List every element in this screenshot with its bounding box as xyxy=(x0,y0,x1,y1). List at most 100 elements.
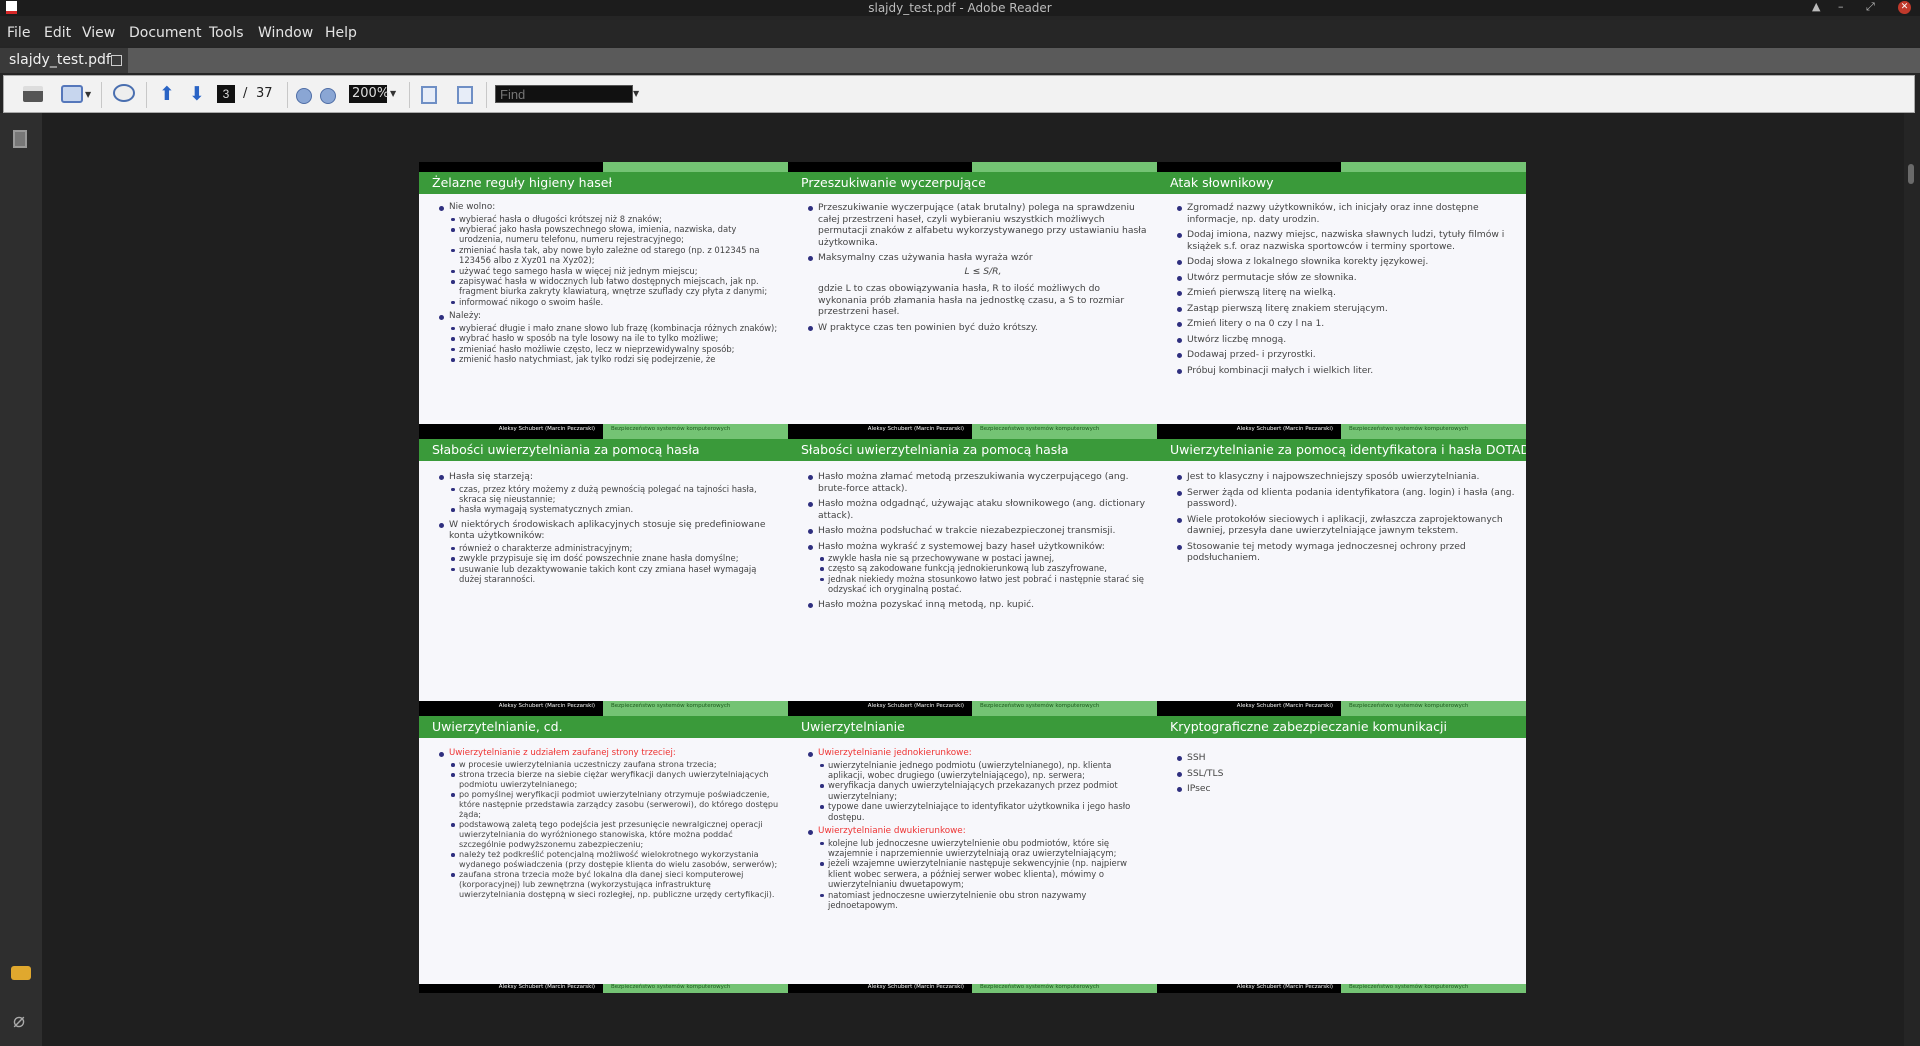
pages-icon[interactable] xyxy=(13,130,27,148)
zoom-in-icon[interactable] xyxy=(320,88,336,104)
slide-title: Przeszukiwanie wyczerpujące xyxy=(788,172,1157,194)
sub-bullet: usuwanie lub dezaktywowanie takich kont … xyxy=(449,564,779,585)
window-title: slajdy_test.pdf - Adobe Reader xyxy=(868,1,1052,15)
menu-window[interactable]: Window xyxy=(258,25,313,41)
sub-bullet: zwykle hasła nie są przechowywane w post… xyxy=(818,553,1148,563)
slide-top-strip xyxy=(788,162,1157,172)
tab-document[interactable]: slajdy_test.pdf xyxy=(0,48,128,73)
find-input[interactable] xyxy=(495,85,633,103)
maximize-button[interactable]: ⤢ xyxy=(1866,0,1875,14)
sub-bullet: często są zakodowane funkcją jednokierun… xyxy=(818,563,1148,573)
sub-bullet: jeżeli wzajemne uwierzytelnianie następu… xyxy=(818,858,1148,889)
save-copy-icon[interactable] xyxy=(61,85,83,103)
navigation-panel: ⌀ xyxy=(0,113,42,1046)
previous-page-icon[interactable]: ⬆ xyxy=(157,84,177,104)
sub-bullet: wybierać długie i mało znane słowo lub f… xyxy=(449,323,779,333)
bullet: Próbuj kombinacji małych i wielkich lite… xyxy=(1175,365,1517,377)
sub-bullet: uwierzytelnianie jednego podmiotu (uwier… xyxy=(818,760,1148,781)
slide-body: Hasło można złamać metodą przeszukiwania… xyxy=(806,471,1148,614)
footer-course: Bezpieczeństwo systemów komputerowych xyxy=(611,984,731,990)
keep-above-icon[interactable]: ▲ xyxy=(1812,0,1820,13)
slide-top-strip xyxy=(1157,162,1526,172)
menu-document[interactable]: Document xyxy=(129,25,202,41)
slide-footer: Aleksy Schubert (Marcin Peczarski) Bezpie… xyxy=(788,701,1157,716)
page-number-input[interactable] xyxy=(217,85,235,103)
bullet: Zgromadź nazwy użytkowników, ich inicjał… xyxy=(1175,202,1517,225)
sub-bullet: czas, przez który możemy z dużą pewności… xyxy=(449,484,779,505)
slide-body: Uwierzytelnianie z udziałem zaufanej str… xyxy=(437,748,779,903)
sub-bullet: jednak niekiedy można stosunkowo łatwo j… xyxy=(818,574,1148,595)
slide-title: Atak słownikowy xyxy=(1157,172,1526,194)
sub-bullet: wybierać hasła o długości krótszej niż 8… xyxy=(449,214,779,224)
slide-body: Zgromadź nazwy użytkowników, ich inicjał… xyxy=(1175,202,1517,380)
bullet: Nie wolno: wybierać hasła o długości kró… xyxy=(437,202,779,307)
footer-course: Bezpieczeństwo systemów komputerowych xyxy=(1349,984,1469,990)
comments-icon[interactable] xyxy=(11,966,31,980)
scrollbar-thumb[interactable] xyxy=(1908,164,1914,184)
bullet: IPsec xyxy=(1175,783,1517,795)
collaborate-icon[interactable] xyxy=(113,84,135,102)
sub-bullet: hasła wymagają systematycznych zmian. xyxy=(449,504,779,514)
sub-bullet: zapisywać hasła w widocznych lub łatwo d… xyxy=(449,276,779,297)
sub-bullet: należy też podkreślić potencjalną możliw… xyxy=(449,849,779,869)
bullet: SSH xyxy=(1175,752,1517,764)
bullet: W niektórych środowiskach aplikacyjnych … xyxy=(437,519,779,585)
slide: Kryptograficzne zabezpieczanie komunikac… xyxy=(1157,716,1526,993)
menu-view[interactable]: View xyxy=(82,25,115,41)
menu-edit[interactable]: Edit xyxy=(44,25,71,41)
slide: Przeszukiwanie wyczerpujące Przeszukiwan… xyxy=(788,162,1157,439)
slide-footer: Aleksy Schubert (Marcin Peczarski) Bezpie… xyxy=(1157,701,1526,716)
slide-body: Hasła się starzeją: czas, przez który mo… xyxy=(437,471,779,588)
slide-footer: Aleksy Schubert (Marcin Peczarski) Bezpie… xyxy=(419,701,788,716)
zoom-dropdown-icon[interactable]: ▼ xyxy=(390,89,396,98)
slide-footer: Aleksy Schubert (Marcin Peczarski) Bezpie… xyxy=(1157,424,1526,439)
page-total: 37 xyxy=(256,86,273,101)
slide: Słabości uwierzytelniania za pomocą hasł… xyxy=(788,439,1157,716)
fit-page-icon[interactable] xyxy=(457,86,473,104)
vertical-scrollbar[interactable] xyxy=(1904,113,1920,1046)
sub-bullet: wybierać jako hasła powszechnego słowa, … xyxy=(449,224,779,245)
toolbar-separator xyxy=(287,82,288,108)
bullet: Hasła się starzeją: czas, przez który mo… xyxy=(437,471,779,515)
next-page-icon[interactable]: ⬇ xyxy=(187,84,207,104)
fit-width-icon[interactable] xyxy=(421,86,437,104)
bullet: Stosowanie tej metody wymaga jednoczesne… xyxy=(1175,541,1517,564)
formula: L ≤ S/R, xyxy=(964,265,1002,277)
zoom-level-select[interactable]: 200% xyxy=(349,85,389,103)
bullet: W praktyce czas ten powinien być dużo kr… xyxy=(806,322,1148,334)
slide-top-strip xyxy=(419,162,788,172)
find-dropdown-icon[interactable]: ▼ xyxy=(633,89,639,98)
sub-bullet: również o charakterze administracyjnym; xyxy=(449,543,779,553)
slide-body: Przeszukiwanie wyczerpujące (atak brutal… xyxy=(806,202,1148,337)
menu-tools[interactable]: Tools xyxy=(209,25,244,41)
slide-footer: Aleksy Schubert (Marcin Peczarski) Bezpie… xyxy=(419,424,788,439)
bullet: Wiele protokołów sieciowych i aplikacji,… xyxy=(1175,514,1517,537)
bullet: Hasło można pozyskać inną metodą, np. ku… xyxy=(806,599,1148,611)
menu-file[interactable]: File xyxy=(7,25,30,41)
page-separator: / xyxy=(243,86,248,101)
footer-author: Aleksy Schubert (Marcin Peczarski) xyxy=(498,984,595,990)
bullet: Serwer żąda od klienta podania identyfik… xyxy=(1175,487,1517,510)
bullet: Hasło można odgadnąć, używając ataku sło… xyxy=(806,498,1148,521)
footer-author: Aleksy Schubert (Marcin Peczarski) xyxy=(498,703,595,709)
zoom-out-icon[interactable] xyxy=(296,88,312,104)
tab-close-icon[interactable] xyxy=(111,55,122,66)
dropdown-arrow-icon[interactable]: ▼ xyxy=(85,90,91,99)
footer-course: Bezpieczeństwo systemów komputerowych xyxy=(1349,703,1469,709)
sub-bullet: weryfikacja danych uwierzytelniających p… xyxy=(818,780,1148,801)
attachment-icon[interactable]: ⌀ xyxy=(13,1008,25,1032)
print-icon[interactable] xyxy=(23,86,43,102)
close-button[interactable]: ✕ xyxy=(1898,1,1911,14)
toolbar-separator xyxy=(409,82,410,108)
menu-help[interactable]: Help xyxy=(325,25,357,41)
document-tabs: slajdy_test.pdf xyxy=(0,48,1920,73)
bullet: Maksymalny czas używania hasła wyraża wz… xyxy=(806,252,1148,318)
minimize-button[interactable]: – xyxy=(1838,0,1844,13)
slide-footer: Aleksy Schubert (Marcin Peczarski) Bezpie… xyxy=(788,424,1157,439)
slide-title: Żelazne reguły higieny haseł xyxy=(419,172,788,194)
sub-bullet: zmieniać hasła tak, aby nowe było zależn… xyxy=(449,245,779,266)
footer-course: Bezpieczeństwo systemów komputerowych xyxy=(980,426,1100,432)
slide-footer: Aleksy Schubert (Marcin Peczarski) Bezpie… xyxy=(419,984,788,993)
bullet: Jest to klasyczny i najpowszechniejszy s… xyxy=(1175,471,1517,483)
sub-bullet: wybrać hasło w sposób na tyle losowy na … xyxy=(449,333,779,343)
